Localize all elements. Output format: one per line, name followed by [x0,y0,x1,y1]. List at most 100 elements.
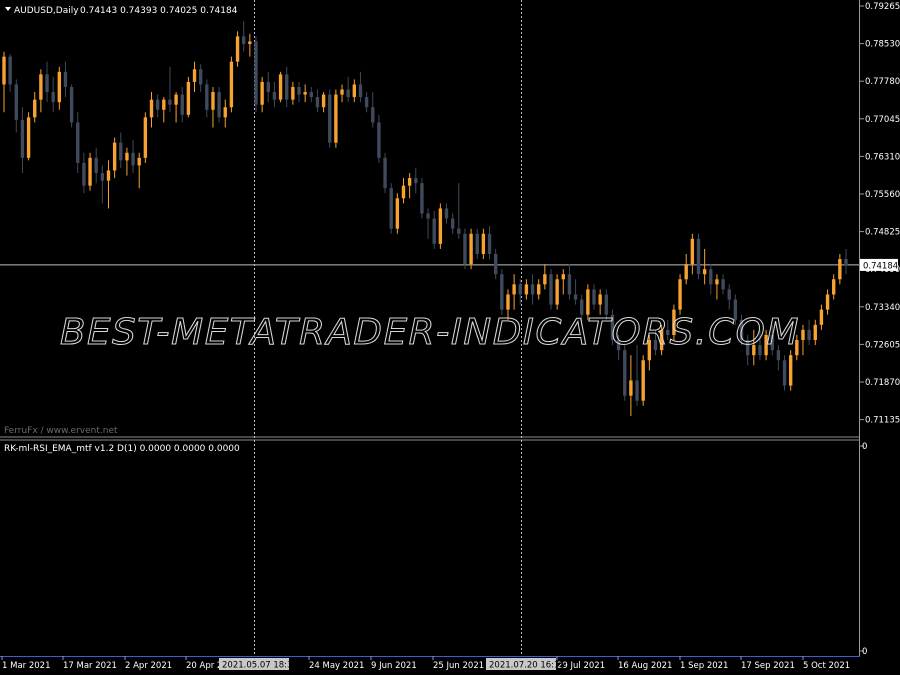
candle-body-bull [211,92,215,110]
time-tick-label: 1 Sep 2021 [680,661,728,671]
candle-body-bull [33,99,37,118]
candle-body-bull [291,86,295,100]
candle-body-bear [635,380,639,401]
candle-body-bear [426,213,430,219]
candle-body-bull [88,157,92,186]
time-highlight-1: 2021.05.07 18:30 [222,661,298,671]
time-tick-label: 17 Mar 2021 [63,661,117,671]
candle-body-bull [407,178,412,186]
candle-body-bear [217,92,221,118]
candle-body-bear [119,142,123,161]
candle-body-bear [364,97,369,108]
candle-body-bull [278,74,283,100]
candle-body-bear [623,350,627,396]
candle-body-bull [223,107,227,118]
candle-body-bull [260,81,264,105]
candle-body-bull [598,294,602,305]
candle-body-bull [832,279,836,295]
price-tick-label: 0.78530 [865,40,900,50]
candle-body-bear [450,218,455,229]
candle-body-bear [844,259,848,266]
candle-body-bear [266,81,270,93]
candle-body-bear [198,69,203,85]
candle-body-bull [39,74,43,100]
candle-body-bear [420,183,424,214]
candle-body-bear [8,56,12,85]
candle-body-bull [229,61,234,108]
candle-body-bear [432,218,436,244]
candle-body-bull [813,324,817,341]
candle-body-bear [346,89,350,98]
price-tick-label: 0.75560 [865,190,900,200]
candle-body-bear [14,84,18,120]
price-tick-label: 0.79265 [865,2,900,12]
candle-body-bull [678,279,682,310]
candle-body-bull [162,99,166,110]
time-tick-label: 1 Mar 2021 [2,661,50,671]
candle-body-bear [297,86,301,95]
candle-body-bull [543,274,547,285]
candle-body-bull [395,198,400,229]
candle-body-bear [76,122,80,163]
price-tick-label: 0.71135 [865,416,900,426]
candle-body-bear [530,284,535,295]
price-tick-label: 0.71870 [865,378,900,388]
candle-body-bear [389,188,393,229]
candle-body-bear [45,74,49,93]
time-tick-label: 5 Oct 2021 [803,661,850,671]
candle-body-bear [254,41,258,105]
candle-body-bull [149,99,154,118]
time-tick-label: 16 Aug 2021 [618,661,672,671]
candle-body-bull [340,89,344,95]
candle-body-bear [131,152,135,166]
candle-body-bear [51,92,55,103]
candle-body-bear [444,208,449,219]
indicator-label: RK-ml-RSI_EMA_mtf v1.2 D(1) 0.0000 0.000… [4,444,240,454]
candle-body-bull [401,185,406,199]
candle-body-bear [567,274,572,295]
candle-body-bull [303,92,307,95]
candle-body-bull [537,284,541,295]
price-tick-label: 0.73340 [865,303,900,313]
candle-body-bull [629,380,633,396]
time-tick-label: 9 Jun 2021 [371,661,417,671]
candle-body-bull [690,238,695,265]
candle-body-bear [721,279,725,290]
candle-body-bear [358,84,363,98]
candle-body-bear [709,269,713,285]
candle-body-bull [248,41,252,44]
candle-body-bear [180,94,184,115]
indicator-scale-top: 0 [862,442,867,452]
candle-body-bull [174,94,178,105]
candle-body-bear [328,94,332,143]
price-tick-label: 0.76310 [865,152,900,162]
time-highlight-2: 2021.07.20 16:15 [489,661,565,671]
candle-body-bear [414,178,418,184]
time-tick-label: 17 Sep 2021 [741,661,795,671]
candle-body-bull [825,294,830,310]
candle-body-bull [819,309,824,325]
candle-body-bear [463,233,467,265]
candle-body-bear [63,71,68,87]
candle-body-bear [69,86,74,123]
candle-body-bull [641,360,645,401]
watermark-text: BEST-METATRADER-INDICATORS.COM [60,312,800,353]
candle-body-bear [309,92,313,98]
candle-body-bull [125,152,129,161]
chart-canvas[interactable]: BEST-METATRADER-INDICATORS.COM AUDUSD,Da… [0,0,900,675]
candle-body-bear [285,74,289,100]
candle-body-bull [137,157,141,166]
ohlc-values: 0.74143 0.74393 0.74025 0.74184 [80,6,238,16]
candle-body-bull [524,284,529,295]
candle-body-bull [352,84,357,98]
price-tick-label: 0.74825 [865,228,900,238]
candle-body-bull [321,94,326,108]
candle-body-bull [586,289,590,315]
candle-body-bear [500,274,504,310]
candle-body-bull [481,233,486,254]
current-price-label: 0.74184 [863,261,898,271]
candle-body-bear [100,173,105,181]
candle-body-bear [807,329,811,341]
candle-body-bull [561,274,565,280]
candle-body-bull [555,279,559,305]
